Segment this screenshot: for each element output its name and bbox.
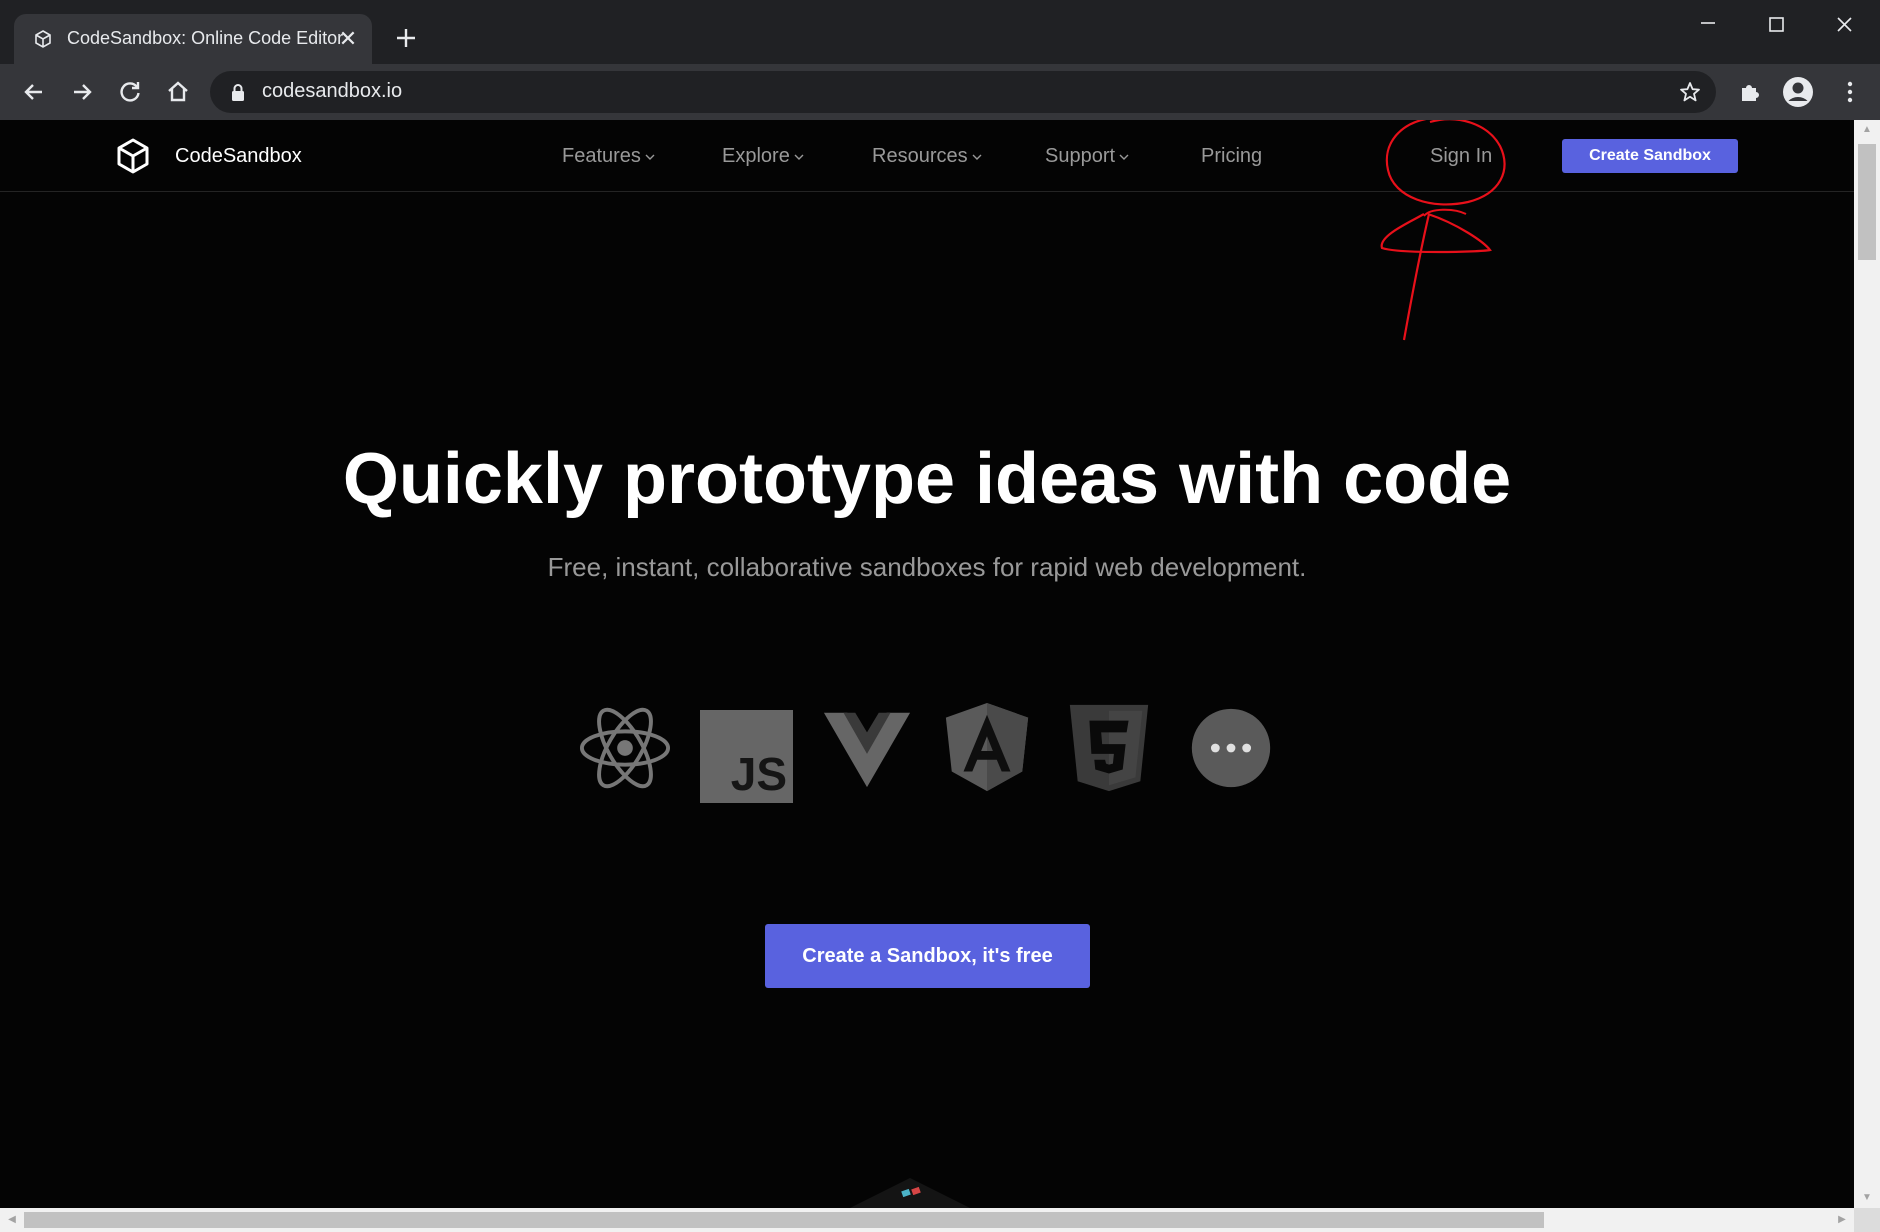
chevron-down-icon bbox=[972, 154, 982, 160]
create-sandbox-cta-button[interactable]: Create a Sandbox, it's free bbox=[765, 924, 1090, 988]
site-header: CodeSandbox Features Explore Resources S… bbox=[0, 120, 1854, 341]
more-icon[interactable] bbox=[1184, 700, 1278, 796]
hero-title: Quickly prototype ideas with code bbox=[342, 439, 1512, 519]
chevron-down-icon bbox=[645, 154, 655, 160]
reload-icon[interactable] bbox=[116, 78, 144, 106]
nav-features[interactable]: Features bbox=[562, 145, 655, 168]
scrollbar-corner bbox=[1854, 1208, 1880, 1232]
scroll-up-arrow-icon[interactable]: ▲ bbox=[1854, 120, 1880, 140]
scroll-down-arrow-icon[interactable]: ▼ bbox=[1854, 1188, 1880, 1208]
address-bar[interactable]: codesandbox.io bbox=[210, 71, 1716, 113]
javascript-icon[interactable]: JS bbox=[700, 710, 793, 803]
horizontal-scrollbar[interactable]: ◀ ▶ bbox=[0, 1208, 1854, 1232]
angular-icon[interactable] bbox=[940, 700, 1034, 796]
maximize-icon[interactable] bbox=[1754, 10, 1798, 40]
nav-resources[interactable]: Resources bbox=[872, 145, 982, 168]
close-window-icon[interactable] bbox=[1822, 10, 1866, 40]
vertical-scroll-thumb[interactable] bbox=[1858, 144, 1876, 260]
browser-tab[interactable]: CodeSandbox: Online Code Editor and IDE … bbox=[14, 14, 372, 64]
web-page: CodeSandbox Features Explore Resources S… bbox=[0, 120, 1854, 1208]
nav-support[interactable]: Support bbox=[1045, 145, 1129, 168]
javascript-label: JS bbox=[730, 748, 787, 800]
hero-subtitle: Free, instant, collaborative sandboxes f… bbox=[547, 552, 1307, 582]
create-sandbox-button[interactable]: Create Sandbox bbox=[1562, 139, 1738, 173]
minimize-icon[interactable] bbox=[1686, 10, 1730, 40]
nav-explore[interactable]: Explore bbox=[722, 145, 804, 168]
tab-strip: CodeSandbox: Online Code Editor and IDE … bbox=[0, 0, 1880, 64]
profile-avatar-icon[interactable] bbox=[1782, 76, 1814, 108]
editor-preview-illustration bbox=[850, 1178, 970, 1208]
react-icon[interactable] bbox=[578, 700, 672, 796]
red-annotation-circle-arrow bbox=[1380, 120, 1506, 341]
extensions-icon[interactable] bbox=[1736, 78, 1764, 106]
horizontal-scroll-thumb[interactable] bbox=[24, 1212, 1544, 1228]
bookmark-star-icon[interactable] bbox=[1678, 80, 1702, 104]
brand-name[interactable]: CodeSandbox bbox=[175, 145, 302, 168]
tab-title: CodeSandbox: Online Code Editor and IDE … bbox=[67, 28, 345, 48]
scroll-right-arrow-icon[interactable]: ▶ bbox=[1830, 1208, 1854, 1232]
new-tab-icon[interactable] bbox=[392, 24, 420, 52]
browser-menu-icon[interactable] bbox=[1836, 78, 1864, 106]
forward-icon[interactable] bbox=[68, 78, 96, 106]
back-icon[interactable] bbox=[20, 78, 48, 106]
browser-chrome: CodeSandbox: Online Code Editor and IDE … bbox=[0, 0, 1880, 120]
vue-icon[interactable] bbox=[820, 700, 914, 796]
codesandbox-logo-icon[interactable] bbox=[116, 138, 150, 174]
tab-close-icon[interactable]: ✕ bbox=[336, 27, 360, 51]
chevron-down-icon bbox=[794, 154, 804, 160]
html5-icon[interactable] bbox=[1062, 700, 1156, 796]
scroll-left-arrow-icon[interactable]: ◀ bbox=[0, 1208, 24, 1232]
chevron-down-icon bbox=[1119, 154, 1129, 160]
url-text: codesandbox.io bbox=[262, 80, 403, 102]
lock-icon bbox=[232, 84, 244, 101]
vertical-scrollbar[interactable]: ▲ ▼ bbox=[1854, 120, 1880, 1208]
home-icon[interactable] bbox=[164, 78, 192, 106]
nav-pricing[interactable]: Pricing bbox=[1201, 145, 1262, 168]
codesandbox-favicon-icon bbox=[35, 30, 51, 48]
browser-toolbar: codesandbox.io bbox=[0, 64, 1880, 120]
